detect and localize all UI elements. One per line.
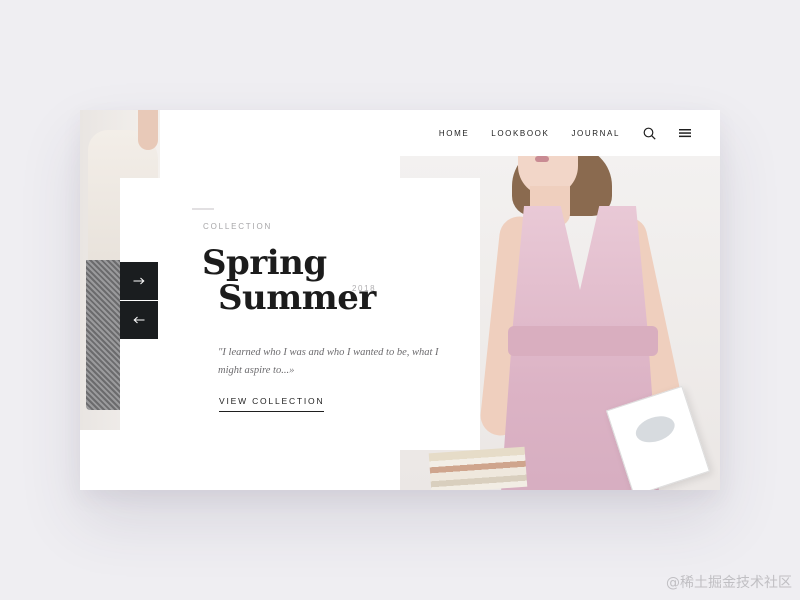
collection-quote: "I learned who I was and who I wanted to… xyxy=(218,347,439,376)
search-icon[interactable] xyxy=(642,126,656,140)
nav-journal[interactable]: JOURNAL xyxy=(571,129,620,138)
collection-title: Spring Summer xyxy=(202,246,376,316)
photo-neck xyxy=(138,110,158,150)
nav-home[interactable]: HOME xyxy=(439,129,469,138)
hamburger-menu-icon[interactable] xyxy=(678,126,692,140)
next-slide-button[interactable] xyxy=(120,262,158,300)
watermark-text: @稀土掘金技术社区 xyxy=(666,575,792,591)
photo-lips xyxy=(535,156,549,162)
arrow-left-icon xyxy=(133,316,145,324)
previous-slide-button[interactable] xyxy=(120,301,158,339)
nav-lookbook[interactable]: LOOKBOOK xyxy=(491,129,549,138)
title-line-2: Summer xyxy=(218,278,376,318)
photo-book-stack xyxy=(428,446,528,490)
view-collection-link[interactable]: VIEW COLLECTION xyxy=(219,396,325,412)
top-navigation: HOME LOOKBOOK JOURNAL xyxy=(416,110,720,156)
collection-year: 2018 xyxy=(352,284,377,293)
photo-dress-belt xyxy=(508,326,658,356)
collection-kicker: COLLECTION xyxy=(203,222,273,231)
collection-panel: COLLECTION Spring Summer 2018 "I learned… xyxy=(120,178,480,450)
panel-divider xyxy=(192,208,214,210)
arrow-right-icon xyxy=(133,277,145,285)
title-line-1: Spring xyxy=(202,243,327,283)
hero-card: HOME LOOKBOOK JOURNAL COLLECTION Spring … xyxy=(80,110,720,490)
